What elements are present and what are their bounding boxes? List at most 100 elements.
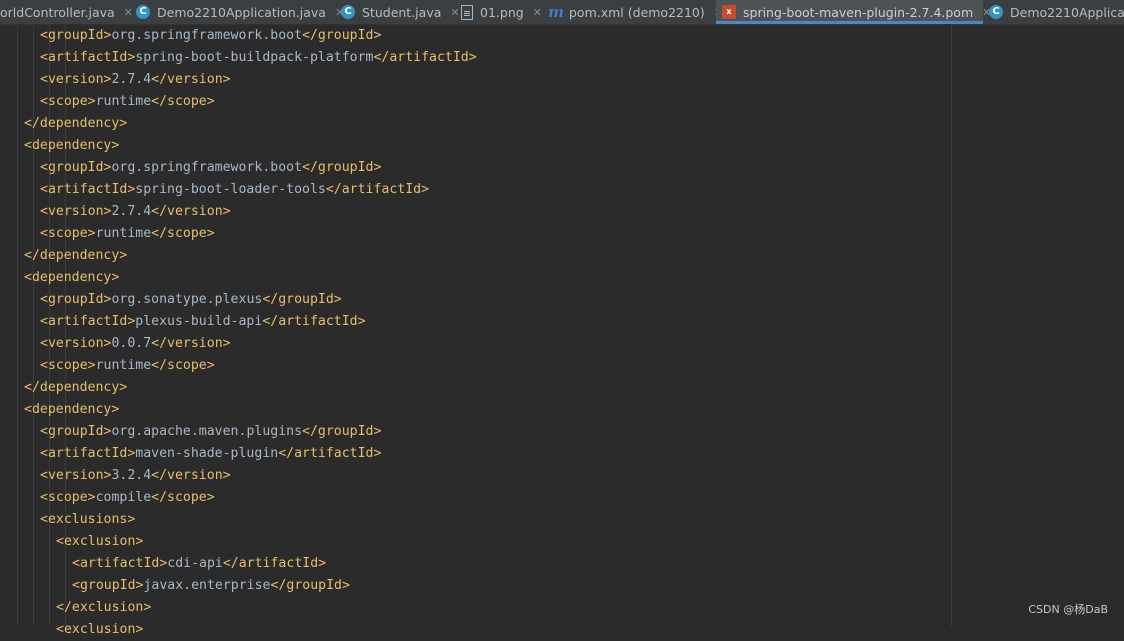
editor-tab[interactable]: 01.png ✕ — [455, 0, 542, 24]
code-line: <version>0.0.7</version> — [40, 333, 231, 355]
xml-open-tag: <version> — [40, 468, 112, 483]
code-line: <version>3.2.4</version> — [40, 465, 231, 487]
xml-open-tag: <scope> — [40, 358, 96, 373]
code-editor[interactable]: <groupId>org.springframework.boot</group… — [0, 25, 1124, 637]
xml-close-tag: </groupId> — [262, 292, 342, 307]
xml-open-tag: <groupId> — [40, 28, 112, 43]
xml-open-tag: <exclusions> — [40, 512, 136, 527]
xml-open-tag: <groupId> — [40, 292, 112, 307]
xml-close-tag: </artifactId> — [222, 556, 327, 571]
code-line: <version>2.7.4</version> — [40, 69, 231, 91]
tab-label: spring-boot-maven-plugin-2.7.4.pom — [743, 4, 974, 20]
xml-text-value: spring-boot-loader-tools — [135, 182, 326, 197]
xml-open-tag: <scope> — [40, 226, 96, 241]
code-line: <groupId>org.springframework.boot</group… — [40, 25, 381, 47]
xml-text-value: org.apache.maven.plugins — [111, 424, 303, 439]
editor-tab[interactable]: x spring-boot-maven-plugin-2.7.4.pom ✕ — [716, 0, 991, 24]
code-line: <scope>runtime</scope> — [40, 355, 215, 377]
xml-open-tag: <version> — [40, 72, 112, 87]
xml-close-tag: </dependency> — [24, 116, 128, 131]
code-line: </dependency> — [24, 245, 127, 267]
xml-open-tag: <artifactId> — [40, 314, 136, 329]
xml-text-value: 2.7.4 — [111, 72, 152, 87]
code-line: <artifactId>cdi-api</artifactId> — [72, 553, 326, 575]
code-line: <groupId>javax.enterprise</groupId> — [72, 575, 350, 597]
right-margin-guide — [951, 25, 952, 626]
tab-label: Demo2210Applicati — [1010, 4, 1124, 20]
code-line: </dependency> — [24, 113, 127, 135]
code-line: <version>2.7.4</version> — [40, 201, 231, 223]
xml-close-tag: </artifactId> — [278, 446, 382, 461]
xml-close-tag: </version> — [151, 336, 231, 351]
xml-open-tag: <exclusion> — [56, 534, 144, 549]
indent-guide — [17, 25, 18, 626]
tab-label: 01.png — [480, 4, 524, 20]
xml-open-tag: <exclusion> — [56, 622, 144, 637]
tab-label: pom.xml (demo2210) — [569, 4, 705, 20]
xml-text-value: 3.2.4 — [111, 468, 152, 483]
xml-close-tag: </scope> — [151, 226, 215, 241]
xml-open-tag: <groupId> — [40, 160, 112, 175]
xml-text-value: org.sonatype.plexus — [111, 292, 263, 307]
xml-open-tag: <version> — [40, 336, 112, 351]
xml-close-tag: </groupId> — [270, 578, 350, 593]
xml-text-value: runtime — [95, 358, 152, 373]
xml-close-tag: </dependency> — [24, 380, 128, 395]
xml-text-value: 2.7.4 — [111, 204, 152, 219]
code-line: <scope>runtime</scope> — [40, 91, 215, 113]
xml-open-tag: <scope> — [40, 94, 96, 109]
code-line: <groupId>org.apache.maven.plugins</group… — [40, 421, 381, 443]
xml-close-tag: </artifactId> — [373, 50, 477, 65]
xml-close-tag: </groupId> — [302, 28, 382, 43]
xml-text-value: runtime — [95, 94, 152, 109]
code-line: <exclusion> — [56, 531, 143, 553]
editor-tab[interactable]: mpom.xml (demo2210)✕ — [542, 0, 723, 24]
editor-tab[interactable]: orldController.java ✕ — [0, 0, 133, 24]
xml-close-tag: </scope> — [151, 94, 215, 109]
editor-tab[interactable]: C Demo2210Application.java ✕ — [130, 0, 344, 24]
xml-open-tag: <artifactId> — [40, 182, 136, 197]
xml-close-tag: </version> — [151, 468, 231, 483]
code-line: <scope>runtime</scope> — [40, 223, 215, 245]
close-tab-icon[interactable]: ✕ — [533, 6, 542, 19]
xml-open-tag: <dependency> — [24, 138, 120, 153]
maven-icon: m — [548, 3, 564, 21]
xml-close-tag: </scope> — [151, 358, 215, 373]
editor-tab[interactable]: C Demo2210Applicati — [983, 0, 1124, 24]
tab-label: Demo2210Application.java — [157, 4, 326, 20]
xml-close-tag: </scope> — [151, 490, 215, 505]
java-class-icon: C — [341, 5, 355, 19]
java-class-icon: C — [989, 5, 1003, 19]
xml-open-tag: <groupId> — [72, 578, 144, 593]
code-line: </dependency> — [24, 377, 127, 399]
code-line: <artifactId>spring-boot-loader-tools</ar… — [40, 179, 429, 201]
xml-text-value: maven-shade-plugin — [135, 446, 279, 461]
xml-close-tag: </exclusion> — [56, 600, 152, 615]
xml-open-tag: <version> — [40, 204, 112, 219]
xml-open-tag: <artifactId> — [40, 50, 136, 65]
xml-open-tag: <artifactId> — [72, 556, 168, 571]
code-line: </exclusion> — [56, 597, 151, 619]
editor-tab-bar: orldController.java ✕ C Demo2210Application… — [0, 0, 1124, 25]
xml-open-tag: <groupId> — [40, 424, 112, 439]
editor-tab[interactable]: C Student.java ✕ — [335, 0, 460, 24]
xml-close-tag: </groupId> — [302, 160, 382, 175]
java-class-icon: C — [136, 5, 150, 19]
xml-close-tag: </artifactId> — [262, 314, 366, 329]
code-line: <groupId>org.springframework.boot</group… — [40, 157, 381, 179]
code-line: <exclusion> — [56, 619, 143, 641]
code-line: <dependency> — [24, 135, 119, 157]
xml-open-tag: <dependency> — [24, 270, 120, 285]
tab-label: orldController.java — [0, 4, 115, 20]
code-line: <artifactId>spring-boot-buildpack-platfo… — [40, 47, 477, 69]
xml-text-value: plexus-build-api — [135, 314, 263, 329]
watermark: CSDN @杨DaB — [1028, 603, 1108, 616]
xml-text-value: runtime — [95, 226, 152, 241]
code-line: <dependency> — [24, 267, 119, 289]
code-line: <artifactId>plexus-build-api</artifactId… — [40, 311, 366, 333]
xml-text-value: compile — [95, 490, 152, 505]
image-file-icon — [461, 4, 473, 20]
xml-close-tag: </groupId> — [302, 424, 382, 439]
xml-open-tag: <artifactId> — [40, 446, 136, 461]
xml-text-value: org.springframework.boot — [111, 28, 303, 43]
